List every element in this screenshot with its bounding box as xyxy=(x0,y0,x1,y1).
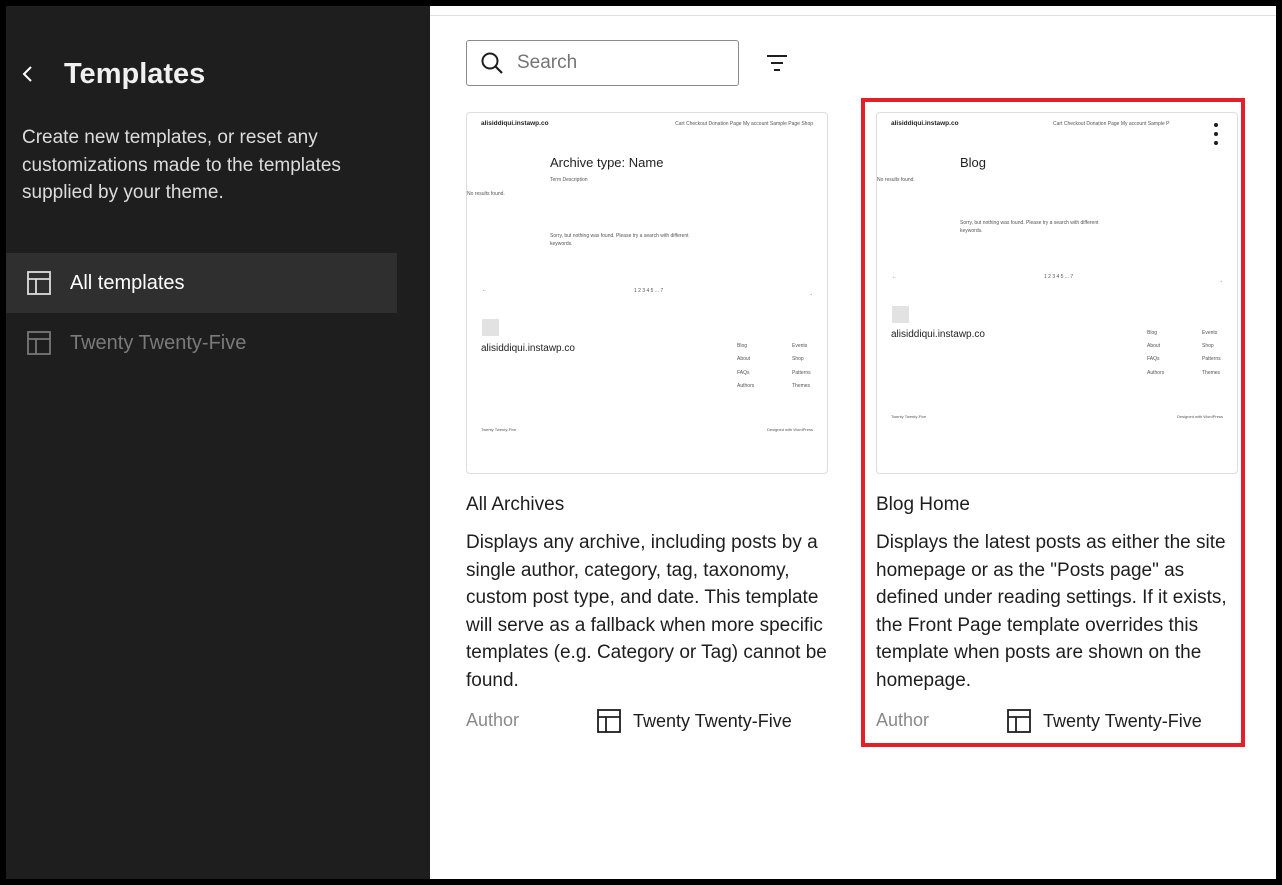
author-name: Twenty Twenty-Five xyxy=(633,710,792,731)
sidebar-description: Create new templates, or reset any custo… xyxy=(22,127,341,203)
template-description: Displays the latest posts as either the … xyxy=(876,532,1227,691)
preview-no-results: No results found. xyxy=(877,177,915,183)
templates-main: alisiddiqui.instawp.co Cart Checkout Don… xyxy=(430,6,1276,879)
nav-item-all-templates[interactable]: All templates xyxy=(6,253,397,313)
template-author: Twenty Twenty-Five xyxy=(1006,708,1202,734)
preview-pagination: 1 2 3 4 5 ... 7 xyxy=(1044,274,1074,280)
template-title[interactable]: All Archives xyxy=(466,494,828,516)
preview-footer-link: Patterns xyxy=(792,370,811,376)
search-box[interactable] xyxy=(466,40,739,86)
template-author: Twenty Twenty-Five xyxy=(596,708,792,734)
preview-footer-site: alisiddiqui.instawp.co xyxy=(891,329,985,340)
more-options-icon[interactable] xyxy=(1211,123,1221,149)
editor-frame: Templates Create new templates, or reset… xyxy=(6,6,1276,879)
filter-icon[interactable] xyxy=(764,50,790,76)
header-divider xyxy=(430,15,1276,16)
layout-icon xyxy=(1006,708,1032,734)
preview-footer-link: Events xyxy=(1202,330,1218,336)
preview-site-name: alisiddiqui.instawp.co xyxy=(891,120,959,127)
author-label: Author xyxy=(876,710,930,730)
preview-footer-link: Events xyxy=(792,343,808,349)
preview-logo-placeholder xyxy=(482,319,499,336)
preview-footer-link: About xyxy=(1147,343,1161,349)
preview-credit-right: Designed with WordPress xyxy=(767,427,813,432)
author-name: Twenty Twenty-Five xyxy=(1043,710,1202,731)
preview-prev-arrow: ← xyxy=(482,287,487,293)
preview-nav: Cart Checkout Donation Page My account S… xyxy=(1053,121,1170,127)
preview-footer-link: Shop xyxy=(1202,343,1214,349)
preview-sorry-line: Sorry, but nothing was found. Please try… xyxy=(550,233,689,239)
preview-footer-link: About xyxy=(737,356,751,362)
author-label: Author xyxy=(466,710,520,730)
preview-heading: Archive type: Name xyxy=(550,155,664,170)
preview-credit-left: Twenty Twenty-Five xyxy=(891,414,927,419)
nav-item-label: Twenty Twenty-Five xyxy=(70,331,247,354)
preview-footer-link: Authors xyxy=(737,383,755,389)
preview-footer-link: Shop xyxy=(792,356,804,362)
preview-footer-link: FAQs xyxy=(1147,356,1160,362)
layout-icon xyxy=(26,270,52,296)
template-meta: Author Twenty Twenty-Five xyxy=(466,704,828,740)
preview-footer-link: Patterns xyxy=(1202,356,1221,362)
preview-sorry-line: keywords. xyxy=(550,241,573,247)
preview-next-arrow: → xyxy=(808,291,813,297)
preview-prev-arrow: ← xyxy=(892,274,897,280)
preview-logo-placeholder xyxy=(892,306,909,323)
preview-heading: Blog xyxy=(960,155,987,170)
nav-item-label: All templates xyxy=(70,271,185,294)
preview-footer-link: Blog xyxy=(737,343,748,349)
preview-footer-link: Blog xyxy=(1147,330,1158,336)
preview-sorry-line: keywords. xyxy=(960,228,983,234)
search-icon xyxy=(479,50,505,76)
template-title[interactable]: Blog Home xyxy=(876,494,1238,516)
search-input[interactable] xyxy=(515,51,719,75)
template-meta: Author Twenty Twenty-Five xyxy=(876,704,1238,740)
template-description: Displays any archive, including posts by… xyxy=(466,532,827,691)
back-chevron-icon[interactable] xyxy=(16,62,40,86)
preview-pagination: 1 2 3 4 5 ... 7 xyxy=(634,288,664,294)
nav-item-twenty-twenty-five[interactable]: Twenty Twenty-Five xyxy=(6,313,397,373)
preview-credit-left: Twenty Twenty-Five xyxy=(481,427,517,432)
preview-footer-link: Authors xyxy=(1147,370,1165,376)
preview-nav: Cart Checkout Donation Page My account S… xyxy=(675,121,813,127)
template-card-blog-home[interactable]: alisiddiqui.instawp.co Cart Checkout Don… xyxy=(876,112,1238,740)
preview-credit-right: Designed with WordPress xyxy=(1177,414,1223,419)
layout-icon xyxy=(26,330,52,356)
preview-footer-link: Themes xyxy=(1202,370,1221,376)
preview-footer-site: alisiddiqui.instawp.co xyxy=(481,343,575,354)
template-card-all-archives[interactable]: alisiddiqui.instawp.co Cart Checkout Don… xyxy=(466,112,828,740)
preview-site-name: alisiddiqui.instawp.co xyxy=(481,120,549,127)
template-preview[interactable]: alisiddiqui.instawp.co Cart Checkout Don… xyxy=(876,112,1238,474)
preview-footer-link: Themes xyxy=(792,383,811,389)
sidebar-title: Templates xyxy=(64,58,206,90)
preview-no-results: No results found. xyxy=(467,191,505,197)
preview-sorry-line: Sorry, but nothing was found. Please try… xyxy=(960,220,1099,226)
preview-footer-link: FAQs xyxy=(737,370,750,376)
layout-icon xyxy=(596,708,622,734)
templates-sidebar: Templates Create new templates, or reset… xyxy=(6,6,430,879)
preview-next-arrow: → xyxy=(1218,278,1223,284)
preview-subheading: Term Description xyxy=(550,177,588,183)
template-preview[interactable]: alisiddiqui.instawp.co Cart Checkout Don… xyxy=(466,112,828,474)
